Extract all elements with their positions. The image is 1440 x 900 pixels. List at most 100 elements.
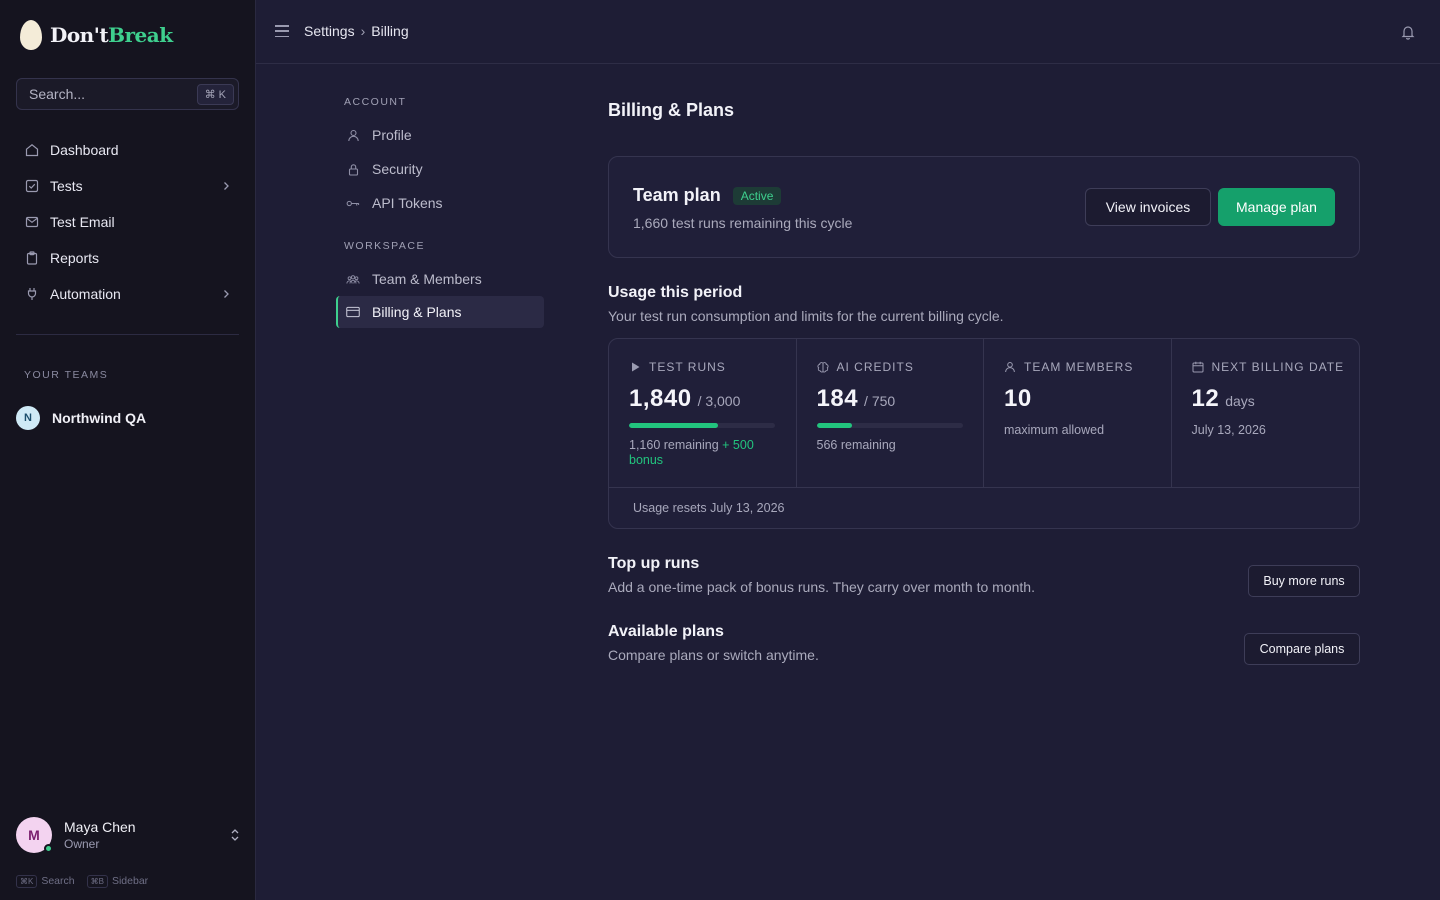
nav-item-dashboard[interactable]: Dashboard (16, 132, 239, 168)
sidebar: Don'tBreak ⌘ K Dashboard Tests Test Emai… (0, 0, 256, 900)
home-icon (24, 142, 40, 158)
progress-bar (629, 423, 775, 428)
settings-item-security[interactable]: Security (336, 152, 544, 186)
usage-resets: Usage resets July 13, 2026 (633, 501, 785, 515)
sidebar-divider (16, 334, 239, 335)
chevron-right-icon[interactable] (221, 178, 231, 194)
workspace-heading: WORKSPACE (344, 240, 425, 252)
bell-icon[interactable] (1400, 24, 1416, 45)
shortcut-key: ⌘B (86, 875, 108, 888)
brand-name-part1: Don't (50, 23, 109, 47)
topup-title: Top up runs (608, 555, 700, 572)
nav-item-label: Tests (50, 178, 83, 194)
mail-icon (24, 214, 40, 230)
chevron-up-down-icon[interactable] (229, 827, 241, 843)
nav-item-label: Test Email (50, 214, 115, 230)
stat-note: maximum allowed (1004, 423, 1105, 437)
topup-subtitle: Add a one-time pack of bonus runs. They … (608, 579, 1035, 595)
menu-toggle-icon[interactable] (275, 24, 289, 38)
stat-heading-label: TEST RUNS (649, 360, 726, 374)
stat-value-row: 12 days (1192, 385, 1360, 413)
stat-heading-label: TEAM MEMBERS (1024, 360, 1134, 374)
plan-name-row: Team plan Active (633, 185, 782, 206)
next-billing-date: July 13, 2026 (1191, 423, 1266, 437)
brain-icon (817, 361, 829, 374)
plans-subtitle: Compare plans or switch anytime. (608, 647, 819, 663)
settings-item-profile[interactable]: Profile (336, 118, 544, 152)
brand-name: Don'tBreak (50, 23, 173, 47)
teams-heading: YOUR TEAMS (24, 369, 109, 381)
settings-nav: ACCOUNT Profile Security API Tokens WORK… (336, 96, 544, 328)
stat-next-billing: NEXT BILLING DATE 12 days July 13, 2026 (1172, 339, 1360, 487)
keyboard-shortcuts: ⌘K Search ⌘B Sidebar (16, 875, 149, 888)
stat-remaining: 1,160 remaining (629, 438, 719, 452)
user-name: Maya Chen (64, 819, 136, 835)
stat-value-row: 10 (1004, 385, 1171, 413)
avatar: M (16, 817, 53, 853)
shortcut-key: ⌘K (16, 875, 38, 888)
stat-heading: AI CREDITS (817, 359, 984, 375)
plans-title: Available plans (608, 623, 724, 640)
status-badge: Active (732, 186, 782, 205)
team-item-northwind-qa[interactable]: N Northwind QA (16, 406, 146, 430)
view-invoices-button[interactable]: View invoices (1085, 188, 1211, 226)
search-input[interactable] (29, 86, 179, 102)
shortcut-label: Search (41, 875, 75, 887)
plug-icon (24, 286, 40, 302)
breadcrumb: Settings › Billing (304, 23, 409, 39)
lock-icon (346, 162, 360, 176)
stat-limit: / 3,000 (697, 393, 741, 409)
settings-item-label: Profile (372, 127, 412, 143)
breadcrumb-separator: › (360, 23, 366, 39)
search-shortcut: ⌘ K (196, 83, 234, 105)
stat-test-runs: TEST RUNS 1,840 / 3,000 1,160 remaining … (609, 339, 797, 487)
team-name: Northwind QA (52, 410, 147, 426)
plan-name: Team plan (633, 185, 721, 205)
stat-heading-label: AI CREDITS (836, 360, 914, 374)
credit-card-icon (346, 305, 360, 319)
avatar-initial: M (28, 827, 40, 843)
manage-plan-button[interactable]: Manage plan (1218, 188, 1335, 226)
nav-item-reports[interactable]: Reports (16, 240, 239, 276)
breadcrumb-settings[interactable]: Settings (304, 23, 355, 39)
stat-value-row: 1,840 / 3,000 (629, 385, 796, 413)
plan-remaining: 1,660 test runs remaining this cycle (633, 215, 853, 231)
settings-item-team-members[interactable]: Team & Members (336, 262, 544, 296)
search-box[interactable]: ⌘ K (16, 78, 239, 110)
user-role: Owner (64, 837, 100, 851)
usage-subtitle: Your test run consumption and limits for… (608, 308, 1004, 324)
usage-title: Usage this period (608, 284, 743, 301)
settings-item-billing-plans[interactable]: Billing & Plans (336, 296, 544, 328)
clipboard-icon (24, 250, 40, 266)
breadcrumb-billing: Billing (371, 23, 409, 39)
settings-item-api-tokens[interactable]: API Tokens (336, 186, 544, 220)
shortcut-search: ⌘K Search (16, 875, 75, 888)
shortcut-sidebar: ⌘B Sidebar (86, 875, 149, 888)
progress-bar (816, 423, 963, 428)
stat-unit: days (1225, 393, 1255, 409)
brand-logo[interactable]: Don'tBreak (20, 20, 173, 50)
chevron-right-icon[interactable] (221, 286, 231, 302)
user-menu[interactable]: M Maya Chen Owner (16, 817, 241, 853)
key-icon (346, 196, 360, 210)
egg-logo-icon (20, 20, 42, 50)
stat-value: 10 (1004, 385, 1032, 412)
nav-item-tests[interactable]: Tests (16, 168, 239, 204)
play-icon (629, 362, 641, 372)
stat-value: 184 (816, 385, 859, 412)
nav-item-automation[interactable]: Automation (16, 276, 239, 312)
nav-item-test-email[interactable]: Test Email (16, 204, 239, 240)
online-status-dot (44, 844, 53, 853)
stat-team-members: TEAM MEMBERS 10 maximum allowed (984, 339, 1172, 487)
buy-more-runs-button[interactable]: Buy more runs (1248, 565, 1360, 597)
shortcut-label: Sidebar (111, 875, 149, 887)
stat-value: 1,840 (629, 385, 692, 412)
checkbox-icon (24, 178, 40, 194)
stat-heading: TEST RUNS (629, 359, 796, 375)
user-icon (1004, 361, 1016, 373)
stat-ai-credits: AI CREDITS 184 / 750 566 remaining (797, 339, 984, 487)
brand-name-part2: Break (108, 23, 173, 47)
stat-remaining: 566 remaining (816, 438, 896, 452)
calendar-icon (1192, 361, 1204, 373)
compare-plans-button[interactable]: Compare plans (1244, 633, 1360, 665)
